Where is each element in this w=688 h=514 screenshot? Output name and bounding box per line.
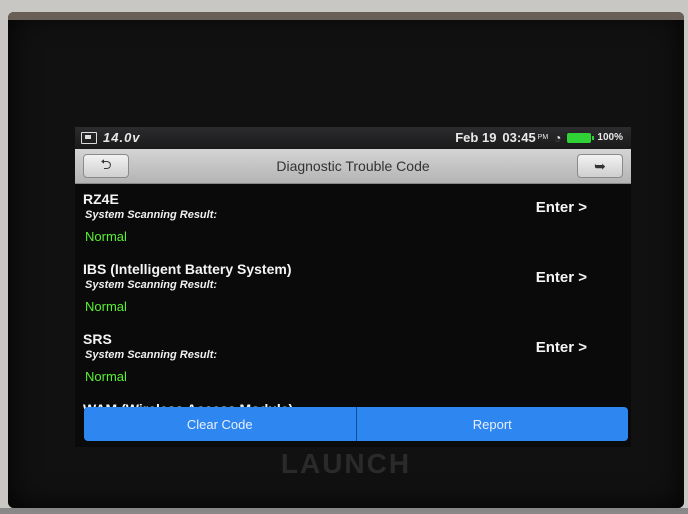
- vehicle-battery-icon: [81, 131, 97, 144]
- result-label: System Scanning Result:: [85, 349, 218, 361]
- status-bar: 14.0v Feb 19 03:45 PM ◔ 100%: [75, 127, 631, 149]
- list-item: IBS (Intelligent Battery System) System …: [75, 255, 631, 325]
- system-list[interactable]: RZ4E System Scanning Result: Normal Ente…: [75, 185, 631, 409]
- status-ampm: PM: [537, 134, 549, 141]
- brand-logo: LAUNCH: [280, 448, 412, 479]
- exit-button[interactable]: ➥: [577, 154, 623, 178]
- page-title: Diagnostic Trouble Code: [276, 158, 430, 174]
- battery-icon: [567, 132, 595, 143]
- wifi-icon: ◔: [554, 130, 562, 145]
- result-label: System Scanning Result:: [85, 209, 218, 221]
- status-time: 03:45: [502, 130, 536, 145]
- table-surface: [0, 508, 688, 514]
- enter-button[interactable]: Enter >: [536, 339, 587, 356]
- result-value: Normal: [85, 299, 127, 314]
- system-name: RZ4E: [83, 191, 119, 207]
- result-value: Normal: [85, 369, 127, 384]
- clear-code-button[interactable]: Clear Code: [84, 407, 356, 441]
- report-button[interactable]: Report: [355, 407, 628, 441]
- list-item: RZ4E System Scanning Result: Normal Ente…: [75, 185, 631, 255]
- system-name: SRS: [83, 331, 112, 347]
- list-item: SRS System Scanning Result: Normal Enter…: [75, 325, 631, 395]
- device-bezel: [8, 12, 684, 20]
- status-date: Feb 19: [455, 130, 497, 145]
- enter-button[interactable]: Enter >: [536, 269, 587, 286]
- result-value: Normal: [85, 229, 127, 244]
- title-bar: ⮌ Diagnostic Trouble Code ➥: [75, 149, 631, 184]
- enter-button[interactable]: Enter >: [536, 199, 587, 216]
- screen: 14.0v Feb 19 03:45 PM ◔ 100% ⮌ Diagnosti…: [75, 127, 631, 447]
- system-name: IBS (Intelligent Battery System): [83, 261, 292, 277]
- bottom-action-bar: Clear Code Report: [84, 407, 628, 441]
- device-frame: 14.0v Feb 19 03:45 PM ◔ 100% ⮌ Diagnosti…: [8, 12, 684, 508]
- result-label: System Scanning Result:: [85, 279, 218, 291]
- exit-icon: ➥: [594, 157, 606, 174]
- voltage-readout: 14.0v: [103, 130, 141, 145]
- battery-percent: 100%: [597, 132, 623, 143]
